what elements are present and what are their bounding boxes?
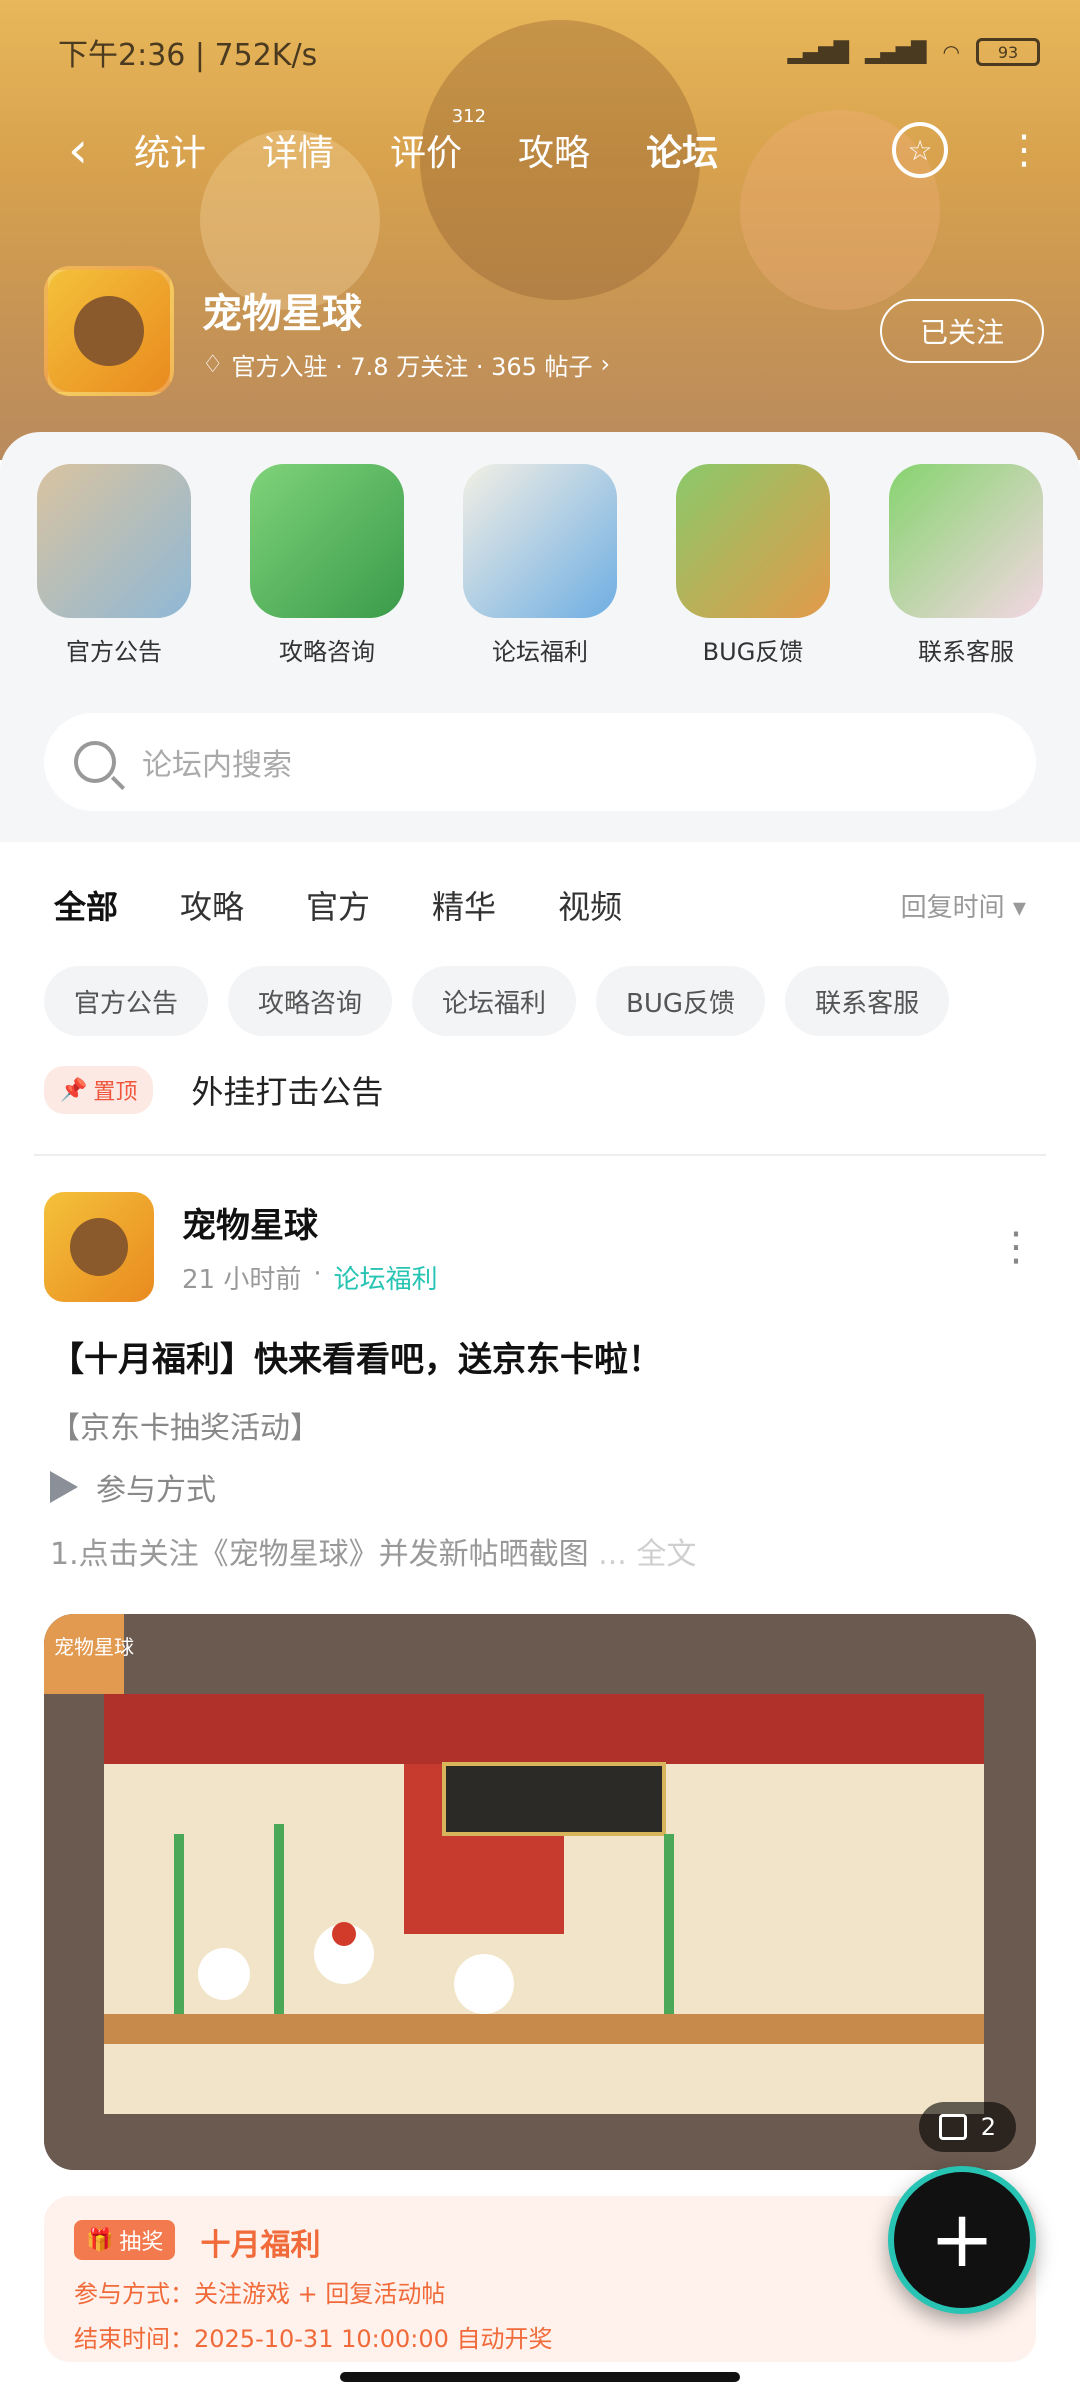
bug-thumbnail bbox=[676, 464, 830, 618]
battery-icon: 93 bbox=[976, 38, 1040, 66]
post-image[interactable]: 宠物星球 2 bbox=[44, 1614, 1036, 2170]
author-avatar[interactable] bbox=[44, 1192, 154, 1302]
tab-stats[interactable]: 统计 bbox=[128, 124, 212, 176]
post-feed: 全部 攻略 官方 精华 视频 回复时间 ▾ 官方公告 攻略咨询 论坛福利 BUG… bbox=[0, 842, 1080, 2400]
diamond-icon: ♢ bbox=[202, 350, 224, 378]
post-meta: 21 小时前 · 论坛福利 bbox=[182, 1259, 438, 1296]
signal-icon: ▂▄▆█ bbox=[787, 40, 850, 64]
author-name[interactable]: 宠物星球 bbox=[182, 1198, 438, 1247]
quick-link-support[interactable]: 联系客服 bbox=[886, 464, 1046, 667]
signal-icon-2: ▂▄▆█ bbox=[865, 40, 927, 64]
wifi-icon: ◠ bbox=[942, 40, 960, 64]
announcement-thumbnail bbox=[37, 464, 191, 618]
post-title[interactable]: 【十月福利】快来看看吧，送京东卡啦！ bbox=[0, 1302, 1080, 1381]
status-time-speed: 下午2:36 | 752K/s bbox=[58, 38, 318, 73]
read-more-link[interactable]: ... 全文 bbox=[598, 1537, 696, 1572]
support-thumbnail bbox=[889, 464, 1043, 618]
review-count-badge: 312 bbox=[451, 106, 487, 127]
image-watermark: 宠物星球 bbox=[54, 1635, 134, 1659]
lottery-badge: 🎁 抽奖 bbox=[74, 2220, 176, 2260]
home-indicator[interactable] bbox=[340, 2372, 740, 2382]
chip-bug-report[interactable]: BUG反馈 bbox=[596, 966, 766, 1036]
post-method-heading: 参与方式 bbox=[0, 1447, 1080, 1509]
game-info: 宠物星球 ♢ 官方入驻 · 7.8 万关注 · 365 帖子 › 已关注 bbox=[44, 266, 1044, 396]
search-icon bbox=[74, 741, 116, 783]
content-tab-featured[interactable]: 精华 bbox=[432, 882, 496, 928]
chip-guides[interactable]: 攻略咨询 bbox=[228, 966, 393, 1036]
panda-restaurant-illustration: 宠物星球 bbox=[44, 1614, 1036, 2170]
favorite-star-icon[interactable]: ☆ bbox=[892, 122, 948, 178]
quick-links: 官方公告 攻略咨询 论坛福利 BUG反馈 联系客服 bbox=[0, 432, 1080, 667]
more-vertical-icon[interactable]: ⋮ bbox=[1004, 130, 1044, 170]
game-name: 宠物星球 bbox=[202, 290, 362, 337]
image-icon bbox=[938, 2114, 967, 2140]
post-more-icon[interactable]: ⋮ bbox=[996, 1227, 1036, 1267]
game-icon[interactable] bbox=[44, 266, 174, 396]
game-stats[interactable]: ♢ 官方入驻 · 7.8 万关注 · 365 帖子 › bbox=[202, 347, 610, 382]
lottery-method: 参与方式：关注游戏 + 回复活动帖 bbox=[74, 2280, 446, 2308]
gift-icon: 🎁 bbox=[86, 2227, 114, 2253]
pinned-badge: 📌 置顶 bbox=[44, 1066, 154, 1114]
chip-announcements[interactable]: 官方公告 bbox=[44, 966, 209, 1036]
game-header: 下午2:36 | 752K/s ▂▄▆█ ▂▄▆█ ◠ 93 ‹ 统计 详情 评… bbox=[0, 0, 1080, 460]
lottery-end-time: 结束时间：2025-10-31 10:00:00 自动开奖 bbox=[74, 2325, 553, 2353]
sort-dropdown[interactable]: 回复时间 ▾ bbox=[901, 887, 1026, 924]
post-description: 1.点击关注《宠物星球》并发新帖晒截图 ... 全文 bbox=[50, 1537, 697, 1572]
chevron-right-icon: › bbox=[600, 350, 611, 378]
quick-link-guides[interactable]: 攻略咨询 bbox=[247, 464, 407, 667]
status-bar: 下午2:36 | 752K/s ▂▄▆█ ▂▄▆█ ◠ 93 bbox=[58, 32, 1040, 73]
quick-link-bug-report[interactable]: BUG反馈 bbox=[673, 464, 833, 667]
content-tabs: 全部 攻略 官方 精华 视频 回复时间 ▾ bbox=[0, 842, 1080, 934]
content-tab-official[interactable]: 官方 bbox=[306, 882, 370, 928]
tab-forum[interactable]: 论坛 bbox=[640, 124, 725, 180]
post-header: 宠物星球 21 小时前 · 论坛福利 ⋮ bbox=[0, 1156, 1080, 1302]
filter-chips: 官方公告 攻略咨询 论坛福利 BUG反馈 联系客服 bbox=[0, 928, 1080, 1036]
content-tab-video[interactable]: 视频 bbox=[558, 882, 622, 928]
follow-button[interactable]: 已关注 bbox=[880, 299, 1044, 363]
forum-search[interactable]: 论坛内搜索 bbox=[44, 713, 1036, 811]
pinned-title: 外挂打击公告 bbox=[191, 1073, 384, 1111]
search-input[interactable]: 论坛内搜索 bbox=[142, 740, 292, 784]
lottery-title: 十月福利 bbox=[200, 2228, 321, 2263]
chip-welfare[interactable]: 论坛福利 bbox=[412, 966, 577, 1036]
plus-icon: + bbox=[929, 2195, 995, 2285]
content-tab-all[interactable]: 全部 bbox=[54, 882, 119, 934]
image-count-badge: 2 bbox=[918, 2102, 1016, 2152]
top-nav: ‹ 统计 详情 评价 312 攻略 论坛 ☆ ⋮ bbox=[0, 106, 1080, 190]
quick-link-welfare[interactable]: 论坛福利 bbox=[460, 464, 620, 667]
tab-reviews[interactable]: 评价 312 bbox=[384, 106, 486, 176]
welfare-thumbnail bbox=[463, 464, 617, 618]
tab-guides[interactable]: 攻略 bbox=[512, 124, 596, 176]
pin-icon: 📌 bbox=[60, 1077, 88, 1103]
pinned-post[interactable]: 📌 置顶 外挂打击公告 bbox=[0, 1036, 1080, 1114]
triangle-icon bbox=[50, 1471, 78, 1503]
create-post-button[interactable]: + bbox=[888, 2166, 1036, 2314]
back-button[interactable]: ‹ bbox=[48, 120, 108, 180]
lottery-card[interactable]: 🎁 抽奖 十月福利 参与方式：关注游戏 + 回复活动帖 结束时间：2025-10… bbox=[44, 2196, 1036, 2362]
post-subtitle: 【京东卡抽奖活动】 bbox=[50, 1411, 320, 1446]
post-time: 21 小时前 bbox=[182, 1265, 302, 1295]
tab-details[interactable]: 详情 bbox=[256, 124, 340, 176]
post-category[interactable]: 论坛福利 bbox=[334, 1259, 438, 1296]
chip-support[interactable]: 联系客服 bbox=[785, 966, 950, 1036]
quick-link-announcements[interactable]: 官方公告 bbox=[34, 464, 194, 667]
content-tab-guides[interactable]: 攻略 bbox=[180, 882, 244, 928]
guide-thumbnail bbox=[250, 464, 404, 618]
